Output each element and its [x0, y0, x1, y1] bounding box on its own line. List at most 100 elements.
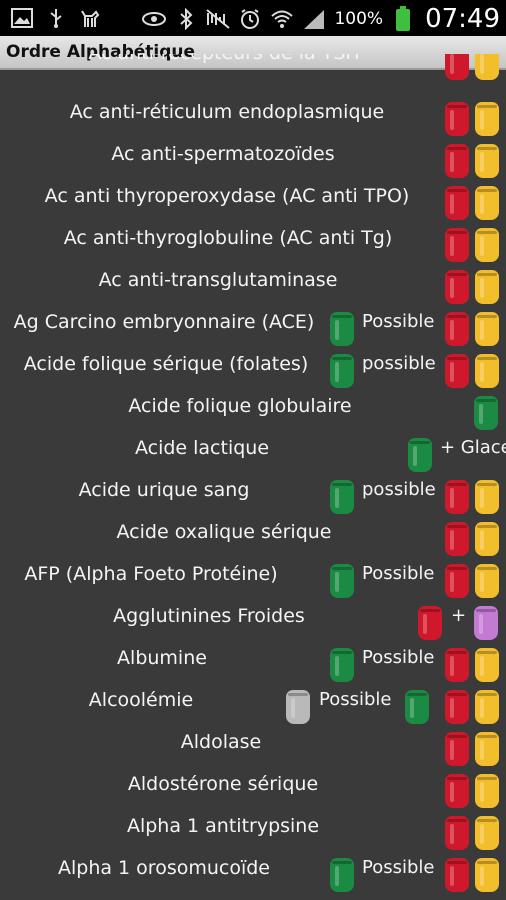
exam-name: Aldolase	[180, 731, 262, 753]
exam-note: possible	[362, 479, 436, 500]
exam-name: Agglutinines Froides	[113, 605, 305, 627]
green-tube-icon	[330, 312, 354, 346]
yellow-tube-icon	[475, 816, 499, 850]
list-item[interactable]: Alpha 1 antitrypsine	[0, 810, 506, 852]
exam-name: Ag Carcino embryonnaire (ACE)	[13, 311, 315, 333]
green-tube-icon	[330, 480, 354, 514]
exam-note: possible	[362, 353, 436, 374]
list-item[interactable]: Ac anti-récepteurs de la TSH	[0, 54, 506, 96]
usb-icon	[44, 6, 68, 30]
red-tube-icon	[445, 312, 469, 346]
green-tube-icon	[330, 354, 354, 388]
list-item[interactable]: Agglutinines Froides +	[0, 600, 506, 642]
list-item[interactable]: AFP (Alpha Foeto Protéine) Possible	[0, 558, 506, 600]
green-tube-icon	[474, 396, 498, 430]
yellow-tube-icon	[475, 732, 499, 766]
yellow-tube-icon	[475, 354, 499, 388]
list-item[interactable]: Ac anti-spermatozoïdes	[0, 138, 506, 180]
red-tube-icon	[445, 354, 469, 388]
red-tube-icon	[445, 774, 469, 808]
red-tube-icon	[445, 648, 469, 682]
yellow-tube-icon	[475, 312, 499, 346]
eye-icon	[142, 7, 167, 31]
list-item[interactable]: Acide folique globulaire	[0, 390, 506, 432]
list-item[interactable]: Ac anti-thyroglobuline (AC anti Tg)	[0, 222, 506, 264]
exam-name: Ac anti-thyroglobuline (AC anti Tg)	[63, 227, 393, 249]
yellow-tube-icon	[475, 690, 499, 724]
exam-name: Ac anti-transglutaminase	[98, 269, 338, 291]
red-tube-icon	[445, 522, 469, 556]
list-item[interactable]: Acide oxalique sérique	[0, 516, 506, 558]
exam-list[interactable]: Ac anti-récepteurs de la TSH Ac anti-rét…	[0, 54, 506, 900]
exam-note: Possible	[362, 563, 435, 584]
list-item[interactable]: Ac anti-réticulum endoplasmique	[0, 96, 506, 138]
yellow-tube-icon	[475, 186, 499, 220]
red-tube-icon	[445, 858, 469, 892]
red-tube-icon	[445, 270, 469, 304]
list-item[interactable]: Aldolase	[0, 726, 506, 768]
list-item[interactable]: Acide lactique + Glace	[0, 432, 506, 474]
battery-percent: 100%	[334, 9, 384, 29]
mute-icon	[206, 7, 231, 31]
yellow-tube-icon	[475, 480, 499, 514]
exam-note: +	[451, 605, 467, 626]
red-tube-icon	[445, 732, 469, 766]
yellow-tube-icon	[475, 270, 499, 304]
gallery-icon	[10, 6, 34, 30]
green-tube-icon	[408, 438, 432, 472]
exam-name: Alpha 1 orosomucoïde	[57, 857, 271, 879]
bluetooth-icon	[174, 7, 198, 31]
red-tube-icon	[445, 690, 469, 724]
exam-note: Possible	[362, 857, 435, 878]
exam-note: + Glace	[440, 437, 506, 458]
gray-tube-icon	[286, 690, 310, 724]
yellow-tube-icon	[475, 102, 499, 136]
red-tube-icon	[445, 816, 469, 850]
red-tube-icon	[418, 606, 442, 640]
list-item[interactable]: Albumine Possible	[0, 642, 506, 684]
list-item[interactable]: Alpha 1 orosomucoïde Possible	[0, 852, 506, 894]
green-tube-icon	[405, 690, 429, 724]
exam-name: Acide lactique	[134, 437, 270, 459]
yellow-tube-icon	[475, 144, 499, 178]
list-item[interactable]: Acide folique sérique (folates) possible	[0, 348, 506, 390]
yellow-tube-icon	[475, 228, 499, 262]
green-tube-icon	[330, 648, 354, 682]
yellow-tube-icon	[475, 564, 499, 598]
deer-icon	[78, 6, 102, 30]
list-item[interactable]: Aldostérone sérique	[0, 768, 506, 810]
battery-icon	[391, 6, 415, 31]
status-bar: 100% 07:49	[0, 0, 506, 36]
list-item[interactable]: Ac anti-transglutaminase	[0, 264, 506, 306]
yellow-tube-icon	[475, 774, 499, 808]
exam-name: Alcoolémie	[88, 689, 194, 711]
purple-tube-icon	[474, 606, 498, 640]
exam-name: Alpha 1 antitrypsine	[126, 815, 320, 837]
yellow-tube-icon	[475, 54, 499, 80]
red-tube-icon	[445, 564, 469, 598]
wifi-icon	[270, 7, 294, 31]
red-tube-icon	[445, 186, 469, 220]
red-tube-icon	[445, 144, 469, 178]
list-item[interactable]: Acide urique sang possible	[0, 474, 506, 516]
list-item[interactable]: Ac anti thyroperoxydase (AC anti TPO)	[0, 180, 506, 222]
exam-name: Ac anti-spermatozoïdes	[111, 143, 335, 165]
exam-name: Albumine	[117, 647, 207, 669]
exam-name: AFP (Alpha Foeto Protéine)	[24, 563, 278, 585]
exam-name: Acide folique sérique (folates)	[23, 353, 309, 375]
red-tube-icon	[445, 228, 469, 262]
list-item[interactable]: Ag Carcino embryonnaire (ACE) Possible	[0, 306, 506, 348]
red-tube-icon	[445, 480, 469, 514]
exam-name: Acide oxalique sérique	[116, 521, 332, 543]
list-item[interactable]: Alcoolémie Possible	[0, 684, 506, 726]
yellow-tube-icon	[475, 858, 499, 892]
exam-name: Aldostérone sérique	[127, 773, 319, 795]
exam-name: Ac anti-réticulum endoplasmique	[69, 101, 385, 123]
exam-name: Acide urique sang	[78, 479, 250, 501]
green-tube-icon	[330, 564, 354, 598]
exam-note: Possible	[362, 647, 435, 668]
exam-note: Possible	[362, 311, 435, 332]
yellow-tube-icon	[475, 522, 499, 556]
signal-icon	[302, 7, 326, 31]
exam-name: Ac anti-récepteurs de la TSH	[88, 54, 359, 64]
